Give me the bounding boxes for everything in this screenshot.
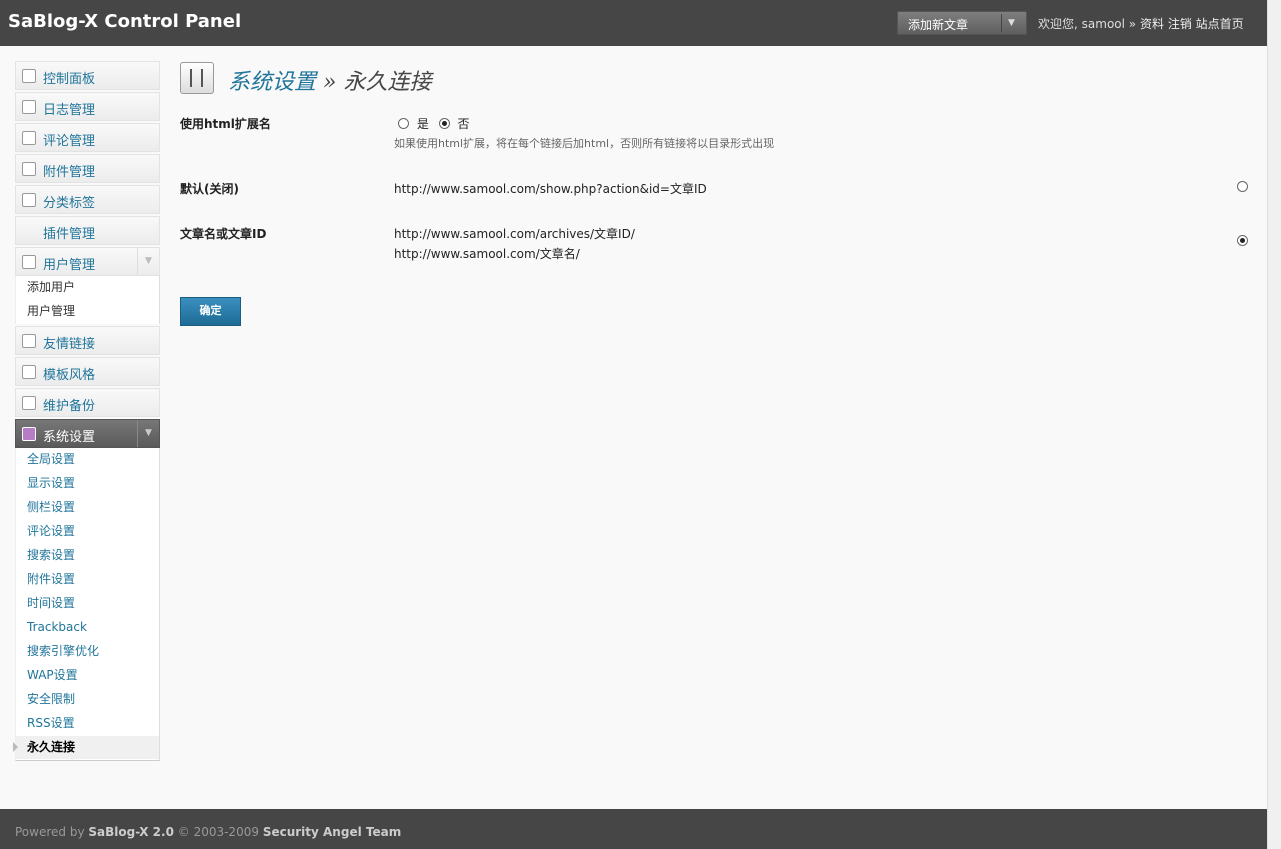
profile-link[interactable]: 资料 [1140, 17, 1164, 31]
sidebar-subitem-time[interactable]: 时间设置 [16, 592, 159, 616]
link-icon [22, 334, 36, 348]
chevron-down-icon[interactable]: ▼ [137, 420, 159, 447]
sidebar-item-label: 模板风格 [43, 368, 96, 383]
attachment-icon [22, 162, 36, 176]
chevron-down-icon[interactable]: ▼ [137, 248, 159, 275]
footer-credits: Powered by SaBlog-X 2.0 © 2003-2009 Secu… [15, 825, 401, 839]
tools-icon [22, 396, 36, 410]
footer-copyright: © 2003-2009 [177, 825, 259, 839]
sidebar-item-dashboard[interactable]: 控制面板 [15, 61, 160, 90]
pin-icon [22, 193, 36, 207]
top-header-bar: SaBlog-X Control Panel 添加新文章 ▼ 欢迎您, samo… [0, 0, 1267, 46]
sidebar-item-themes[interactable]: 模板风格 [15, 357, 160, 386]
sidebar-item-label: 评论管理 [43, 134, 96, 149]
sidebar-item-users[interactable]: 用户管理 ▼ [15, 247, 160, 276]
logout-link[interactable]: 注销 [1168, 17, 1192, 31]
sidebar-subitem-trackback[interactable]: Trackback [16, 616, 159, 640]
sidebar-item-label: 附件管理 [43, 165, 96, 180]
site-home-link[interactable]: 站点首页 [1196, 17, 1244, 31]
sidebar-item-label: 日志管理 [43, 103, 96, 118]
posts-icon [22, 100, 36, 114]
named-permalink-url-id: http://www.samool.com/archives/文章ID/ [394, 227, 635, 241]
html-ext-yes-radio[interactable] [398, 118, 409, 129]
default-permalink-radio[interactable] [1237, 181, 1248, 192]
theme-icon [22, 365, 36, 379]
sidebar-item-label: 用户管理 [43, 258, 96, 273]
slider-bar-icon [201, 69, 203, 87]
html-ext-yes-label[interactable]: 是 [417, 117, 429, 131]
sidebar-menu: 控制面板 日志管理 评论管理 附件管理 分类标签 插件管理 用户管理 ▼ 添加用… [13, 61, 160, 763]
settings-submenu: 全局设置 显示设置 侧栏设置 评论设置 搜索设置 附件设置 时间设置 Track… [13, 448, 160, 761]
footer-product: SaBlog-X 2.0 [88, 825, 174, 839]
sidebar-subitem-attachments[interactable]: 附件设置 [16, 568, 159, 592]
html-ext-label: 使用html扩展名 [180, 117, 271, 131]
default-permalink-url: http://www.samool.com/show.php?action&id… [394, 182, 707, 196]
username: samool [1081, 17, 1125, 31]
sidebar-item-label: 系统设置 [43, 430, 96, 445]
sidebar-subitem-manage-users[interactable]: 用户管理 [16, 300, 159, 324]
sidebar-item-settings[interactable]: 系统设置 ▼ [15, 419, 160, 448]
page-title-text: 永久连接 [343, 70, 432, 95]
sidebar-subitem-sidebar[interactable]: 侧栏设置 [16, 496, 159, 520]
raquo-separator: » [1128, 17, 1137, 31]
chevron-down-icon[interactable]: ▼ [1008, 18, 1015, 28]
sidebar-item-comments[interactable]: 评论管理 [15, 123, 160, 152]
welcome-links: 欢迎您, samool » 资料 注销 站点首页 [1038, 15, 1244, 32]
page-title: 系统设置 » 永久连接 [228, 64, 432, 96]
sidebar-item-maintenance[interactable]: 维护备份 [15, 388, 160, 417]
named-permalink-label: 文章名或文章ID [180, 227, 267, 241]
footer-powered: Powered by [15, 825, 85, 839]
quick-add-separator [1001, 14, 1002, 32]
sidebar-subitem-wap[interactable]: WAP设置 [16, 664, 159, 688]
sidebar-subitem-global[interactable]: 全局设置 [16, 448, 159, 472]
html-ext-no-radio[interactable] [438, 118, 450, 129]
sidebar-subitem-search[interactable]: 搜索设置 [16, 544, 159, 568]
slider-bar-icon [190, 69, 192, 87]
users-icon [22, 255, 36, 269]
sidebar-subitem-comments[interactable]: 评论设置 [16, 520, 159, 544]
sidebar-subitem-display[interactable]: 显示设置 [16, 472, 159, 496]
app-title: SaBlog-X Control Panel [8, 11, 242, 32]
comment-icon [22, 131, 36, 145]
users-submenu: 添加用户 用户管理 [15, 276, 160, 324]
sidebar-subitem-add-user[interactable]: 添加用户 [16, 276, 159, 300]
sidebar-item-categories[interactable]: 分类标签 [15, 185, 160, 214]
sidebar-item-label: 友情链接 [43, 337, 96, 352]
sidebar-item-plugins[interactable]: 插件管理 [15, 216, 160, 245]
html-ext-hint: 如果使用html扩展，将在每个链接后加html，否则所有链接将以目录形式出现 [394, 137, 775, 150]
sidebar-item-label: 维护备份 [43, 399, 96, 414]
footer-team: Security Angel Team [262, 825, 402, 839]
sidebar-item-label: 分类标签 [43, 196, 96, 211]
footer: Powered by SaBlog-X 2.0 © 2003-2009 Secu… [0, 809, 1267, 849]
sidebar-subitem-security[interactable]: 安全限制 [16, 688, 159, 712]
sidebar-item-attachments[interactable]: 附件管理 [15, 154, 160, 183]
window-scrollbar[interactable] [1267, 0, 1281, 849]
sidebar-subitem-seo[interactable]: 搜索引擎优化 [16, 640, 159, 664]
quick-add-dropdown[interactable]: 添加新文章 ▼ [897, 11, 1027, 35]
welcome-text: 欢迎您, [1038, 17, 1078, 31]
html-ext-options: 是 否 [398, 115, 470, 132]
sidebar-item-posts[interactable]: 日志管理 [15, 92, 160, 121]
breadcrumb-separator: » [323, 70, 337, 95]
sidebar-item-links[interactable]: 友情链接 [15, 326, 160, 355]
breadcrumb-settings-link[interactable]: 系统设置 [228, 70, 316, 95]
default-permalink-label: 默认(关闭) [180, 182, 239, 196]
sidebar-item-label: 控制面板 [43, 72, 96, 87]
named-permalink-radio[interactable] [1237, 235, 1248, 246]
settings-page-icon [180, 62, 214, 94]
quick-add-label: 添加新文章 [908, 18, 969, 32]
named-permalink-url-name: http://www.samool.com/文章名/ [394, 247, 580, 261]
html-ext-no-label[interactable]: 否 [458, 117, 470, 131]
home-icon [22, 69, 36, 83]
sidebar-subitem-rss[interactable]: RSS设置 [16, 712, 159, 736]
sidebar-item-label: 插件管理 [43, 227, 96, 242]
submit-button[interactable]: 确定 [180, 297, 241, 326]
settings-icon [22, 427, 36, 441]
sidebar-subitem-permalink[interactable]: 永久连接 [13, 736, 159, 760]
